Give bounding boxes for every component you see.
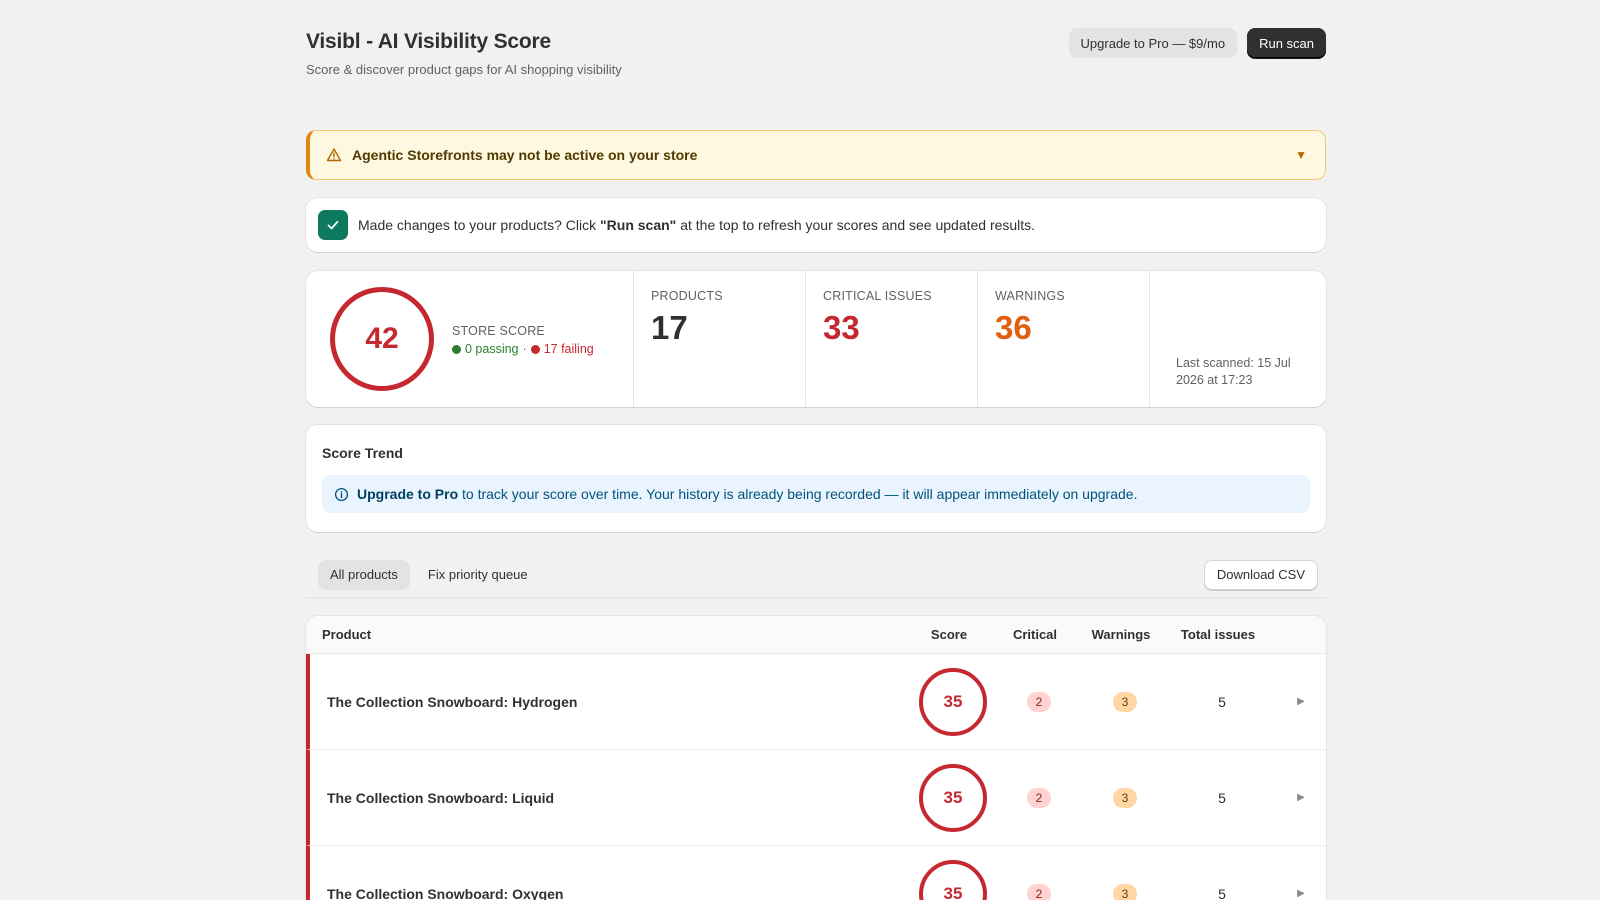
last-scanned-block: Last scanned: 15 Jul 2026 at 17:23 [1150, 271, 1326, 407]
page-subtitle: Score & discover product gaps for AI sho… [306, 62, 622, 77]
warnings-count: 36 [995, 309, 1032, 346]
column-product: Product [322, 627, 372, 642]
storefront-warning-banner[interactable]: Agentic Storefronts may not be active on… [306, 130, 1326, 180]
store-score-ring: 42 [330, 287, 434, 391]
column-critical: Critical [1012, 627, 1058, 642]
expand-arrow-icon[interactable]: ▶ [1276, 888, 1326, 899]
critical-count: 33 [823, 309, 860, 346]
last-scanned-text: Last scanned: 15 Jul 2026 at 17:23 [1176, 356, 1291, 387]
download-csv-button[interactable]: Download CSV [1203, 559, 1318, 590]
products-stat: PRODUCTS 17 [634, 271, 806, 407]
product-score-ring: 35 [919, 859, 987, 900]
passing-count: 0 passing [465, 342, 519, 356]
check-icon [318, 210, 348, 240]
column-warnings: Warnings [1091, 627, 1151, 642]
tab-all-products[interactable]: All products [318, 559, 410, 590]
banner-text: Agentic Storefronts may not be active on… [352, 147, 698, 163]
critical-badge: 2 [1027, 691, 1051, 712]
score-trend-title: Score Trend [322, 445, 403, 461]
page-title: Visibl - AI Visibility Score [306, 30, 551, 53]
warnings-stat: WARNINGS 36 [978, 271, 1150, 407]
warnings-badge: 3 [1113, 787, 1137, 808]
table-row[interactable]: The Collection Snowboard: Oxygen 35 2 3 … [306, 846, 1326, 900]
score-trend-card: Score Trend Upgrade to Pro to track your… [306, 425, 1326, 532]
info-icon [334, 487, 349, 501]
stats-card: 42 STORE SCORE 0 passing · 17 failing PR… [306, 271, 1326, 407]
header-actions: Upgrade to Pro — $9/mo Run scan [1068, 28, 1326, 58]
table-row[interactable]: The Collection Snowboard: Liquid 35 2 3 … [306, 750, 1326, 846]
total-issues: 5 [1218, 789, 1226, 806]
product-tabs: All products Fix priority queue [318, 559, 540, 590]
upgrade-note: Upgrade to Pro to track your score over … [322, 475, 1310, 513]
total-issues: 5 [1218, 693, 1226, 710]
warning-triangle-icon [326, 148, 342, 162]
critical-stat: CRITICAL ISSUES 33 [806, 271, 978, 407]
passing-dot-icon [452, 344, 461, 354]
column-total-issues: Total issues [1180, 627, 1256, 642]
product-score-ring: 35 [919, 763, 987, 832]
tabs-row: All products Fix priority queue Download… [306, 558, 1326, 598]
warnings-badge: 3 [1113, 883, 1137, 900]
table-header: Product Score Critical Warnings Total is… [306, 616, 1326, 654]
tab-fix-priority-queue[interactable]: Fix priority queue [416, 560, 540, 590]
product-score-ring: 35 [919, 667, 987, 736]
failing-count: 17 failing [543, 342, 594, 356]
table-row[interactable]: The Collection Snowboard: Hydrogen 35 2 … [306, 654, 1326, 750]
product-name: The Collection Snowboard: Oxygen [327, 885, 564, 900]
expand-arrow-icon[interactable]: ▶ [1276, 792, 1326, 803]
column-score: Score [930, 627, 968, 642]
rescan-info-card: Made changes to your products? Click "Ru… [306, 198, 1326, 252]
app-page: Visibl - AI Visibility Score Score & dis… [306, 0, 1326, 900]
critical-badge: 2 [1027, 787, 1051, 808]
total-issues: 5 [1218, 885, 1226, 900]
run-scan-button[interactable]: Run scan [1247, 28, 1326, 58]
product-name: The Collection Snowboard: Hydrogen [327, 693, 578, 710]
page-header: Visibl - AI Visibility Score Score & dis… [306, 28, 1326, 102]
store-score-label: STORE SCORE [452, 324, 545, 338]
critical-badge: 2 [1027, 883, 1051, 900]
failing-dot-icon [530, 344, 540, 354]
chevron-down-icon[interactable]: ▼ [1295, 148, 1307, 162]
store-score-block: 42 STORE SCORE 0 passing · 17 failing [306, 271, 634, 407]
expand-arrow-icon[interactable]: ▶ [1276, 696, 1326, 707]
rescan-info-text: Made changes to your products? Click "Ru… [358, 217, 1036, 233]
products-count: 17 [651, 309, 688, 346]
pass-fail-summary: 0 passing · 17 failing [452, 342, 594, 356]
product-name: The Collection Snowboard: Liquid [327, 789, 555, 806]
upgrade-link[interactable]: Upgrade to Pro [357, 486, 458, 502]
upgrade-button[interactable]: Upgrade to Pro — $9/mo [1068, 28, 1238, 58]
products-table: Product Score Critical Warnings Total is… [306, 616, 1326, 900]
warnings-badge: 3 [1113, 691, 1137, 712]
